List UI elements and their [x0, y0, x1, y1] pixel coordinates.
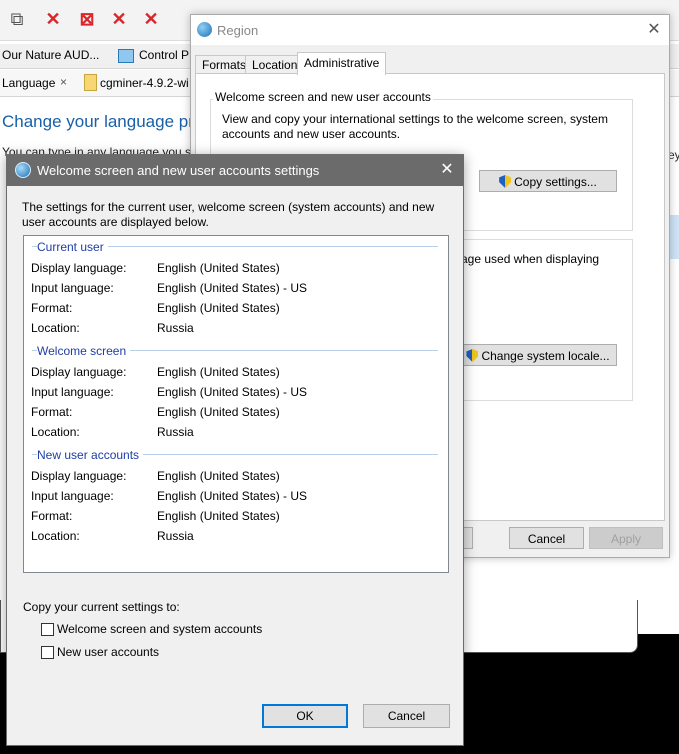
group-system-locale-text: age used when displaying: [461, 252, 600, 266]
globe-icon: [15, 162, 31, 178]
ok-button[interactable]: OK: [262, 704, 348, 728]
tab-control-panel[interactable]: Control P: [139, 48, 189, 62]
copy-settings-to-label: Copy your current settings to:: [23, 600, 180, 614]
remove-down-icon[interactable]: ✕: [108, 8, 130, 30]
row-label: Input language:: [31, 281, 114, 295]
dialog-intro: The settings for the current user, welco…: [22, 200, 435, 229]
settings-info-box: Current user Display language: English (…: [23, 235, 449, 573]
tab-location[interactable]: Location: [245, 55, 305, 75]
globe-icon: [197, 22, 212, 37]
row-label: Location:: [31, 529, 80, 543]
control-panel-icon: [118, 49, 134, 63]
row-value: English (United States): [157, 261, 280, 275]
row-label: Display language:: [31, 365, 127, 379]
row-value: English (United States): [157, 365, 280, 379]
row-value: Russia: [157, 425, 194, 439]
region-title: Region: [217, 23, 259, 38]
group-welcome-title: Welcome screen and new user accounts: [213, 90, 433, 104]
shield-icon: [466, 349, 479, 362]
region-cancel-button[interactable]: Cancel: [509, 527, 584, 549]
region-apply-button[interactable]: Apply: [589, 527, 663, 549]
row-label: Input language:: [31, 385, 114, 399]
row-value: English (United States) - US: [157, 489, 308, 503]
tab-cgminer[interactable]: cgminer-4.9.2-wi: [100, 76, 189, 90]
welcome-screen-checkbox[interactable]: [41, 623, 54, 636]
copy-settings-label: Copy settings...: [514, 175, 597, 189]
row-value: English (United States): [157, 405, 280, 419]
cancel-button[interactable]: Cancel: [363, 704, 450, 728]
copy-settings-button[interactable]: Copy settings...: [479, 170, 617, 192]
row-label: Format:: [31, 509, 73, 523]
row-label: Input language:: [31, 489, 114, 503]
change-system-locale-label: Change system locale...: [481, 349, 610, 363]
welcome-settings-dialog: Welcome screen and new user accounts set…: [6, 154, 464, 746]
close-icon[interactable]: ✕: [435, 159, 459, 183]
region-titlebar[interactable]: Region ✕: [191, 15, 669, 45]
remove-all-icon[interactable]: ✕: [140, 8, 162, 30]
row-value: English (United States) - US: [157, 281, 308, 295]
tab-our-nature[interactable]: Our Nature AUD...: [2, 48, 99, 62]
dialog-title: Welcome screen and new user accounts set…: [37, 163, 320, 178]
change-system-locale-button[interactable]: Change system locale...: [459, 344, 617, 366]
windows-icon[interactable]: ⧉: [6, 8, 28, 30]
row-value: English (United States): [157, 469, 280, 483]
row-label: Format:: [31, 405, 73, 419]
new-user-accounts-checkbox[interactable]: [41, 646, 54, 659]
row-value: Russia: [157, 529, 194, 543]
delete-icon[interactable]: ✕: [42, 8, 64, 30]
row-label: Location:: [31, 321, 80, 335]
row-label: Display language:: [31, 261, 127, 275]
new-user-accounts-checkbox-label[interactable]: New user accounts: [57, 645, 159, 659]
tab-close-icon[interactable]: ×: [60, 75, 67, 89]
shield-icon: [499, 175, 512, 188]
section-current-user-title: Current user: [37, 240, 108, 254]
section-new-user-accounts-title: New user accounts: [37, 448, 144, 462]
folder-icon: [84, 74, 97, 91]
row-label: Location:: [31, 425, 80, 439]
close-icon[interactable]: ✕: [643, 19, 665, 41]
row-label: Display language:: [31, 469, 127, 483]
dialog-titlebar[interactable]: Welcome screen and new user accounts set…: [7, 155, 463, 186]
delete-selected-icon[interactable]: ⊠: [76, 8, 98, 30]
row-value: English (United States): [157, 301, 280, 315]
section-welcome-screen-title: Welcome screen: [37, 344, 131, 358]
row-label: Format:: [31, 301, 73, 315]
tab-language[interactable]: Language: [2, 76, 55, 90]
row-value: English (United States): [157, 509, 280, 523]
row-value: Russia: [157, 321, 194, 335]
welcome-screen-checkbox-label[interactable]: Welcome screen and system accounts: [57, 622, 262, 636]
selection-strip: [669, 215, 679, 259]
tab-administrative[interactable]: Administrative: [297, 52, 387, 75]
group-welcome-text: View and copy your international setting…: [222, 112, 608, 141]
page-heading: Change your language pre: [2, 112, 204, 131]
row-value: English (United States) - US: [157, 385, 308, 399]
